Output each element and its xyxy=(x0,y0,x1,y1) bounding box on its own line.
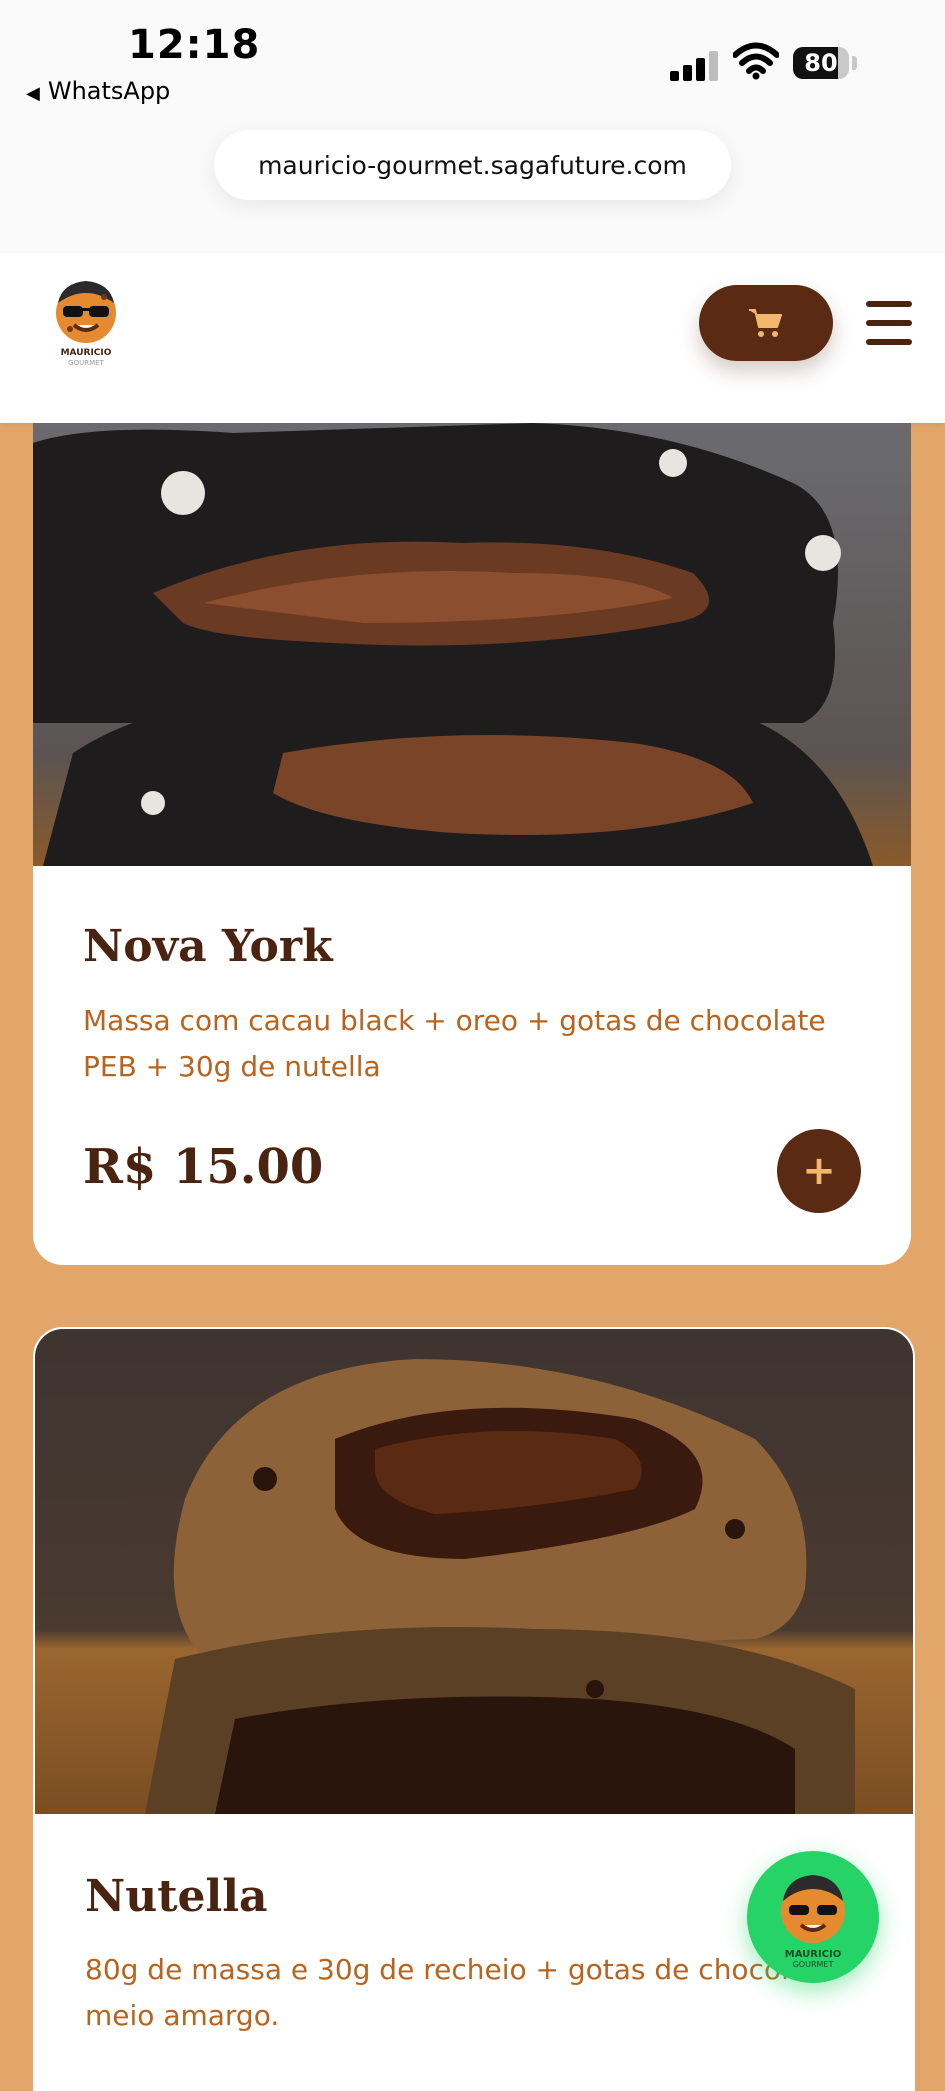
battery-tip xyxy=(852,56,857,70)
site-header: MAURICIO GOURMET xyxy=(0,253,945,423)
add-to-cart-button[interactable]: + xyxy=(777,1129,861,1213)
product-price: R$ 15.00 xyxy=(83,1139,324,1195)
product-name: Nova York xyxy=(83,921,333,972)
wifi-icon xyxy=(733,42,779,80)
cart-icon xyxy=(749,309,782,337)
product-photo xyxy=(33,423,911,866)
clock: 12:18 xyxy=(128,22,261,68)
back-to-app-link[interactable]: ◀ WhatsApp xyxy=(26,77,170,105)
mascot-icon: MAURICIO GOURMET xyxy=(781,1875,845,1969)
url-field[interactable]: mauricio-gourmet.sagafuture.com xyxy=(214,130,731,200)
back-arrow-icon: ◀ xyxy=(26,83,40,104)
browser-bar: mauricio-gourmet.sagafuture.com xyxy=(0,128,945,253)
cellular-signal-icon xyxy=(670,47,720,81)
battery-level: 80 xyxy=(804,49,838,77)
back-app-label: WhatsApp xyxy=(47,77,171,105)
fab-logo-subtext: GOURMET xyxy=(793,1960,834,1969)
logo-text: MAURICIO xyxy=(61,348,112,358)
fab-logo-text: MAURICIO xyxy=(785,1949,841,1960)
battery-indicator: 80 xyxy=(793,47,849,79)
product-name: Nutella xyxy=(85,1871,268,1922)
logo-subtext: GOURMET xyxy=(68,359,104,367)
product-card: Nova York Massa com cacau black + oreo +… xyxy=(33,423,911,1265)
product-description: Massa com cacau black + oreo + gotas de … xyxy=(83,1004,826,1083)
product-photo xyxy=(35,1329,913,1814)
hamburger-menu-button[interactable] xyxy=(866,301,912,345)
whatsapp-floating-button[interactable]: MAURICIO GOURMET xyxy=(747,1851,879,1983)
status-bar: 12:18 ◀ WhatsApp 80 xyxy=(0,0,945,128)
logo[interactable]: MAURICIO GOURMET xyxy=(50,273,122,369)
cart-button[interactable] xyxy=(699,285,833,361)
